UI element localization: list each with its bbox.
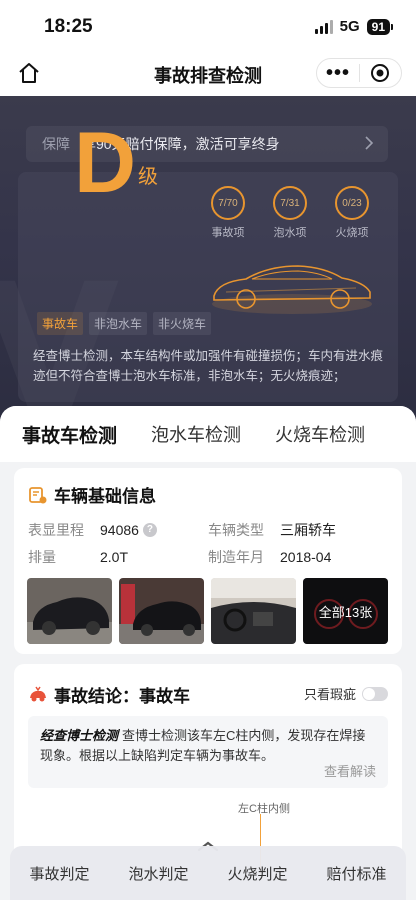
battery-icon: 91 bbox=[366, 18, 394, 35]
crash-car-icon bbox=[30, 686, 46, 701]
car-photo-side[interactable] bbox=[119, 578, 204, 644]
ring-value: 7/31 bbox=[273, 186, 307, 220]
mileage-value: 94086 bbox=[100, 521, 139, 538]
tag-non-fire: 非火烧车 bbox=[153, 312, 212, 335]
car-photo-front[interactable] bbox=[27, 578, 112, 644]
car-photo-dashboard[interactable]: 全部13张 bbox=[303, 578, 388, 644]
tab-fire[interactable]: 火烧车检测 bbox=[275, 421, 365, 447]
content-sheet: 事故车检测 泡水车检测 火烧车检测 车辆基础信息 表显里程 94086? 车辆类… bbox=[0, 406, 416, 900]
grade-letter: D bbox=[74, 115, 137, 211]
expert-brand: 经查博士检测 bbox=[40, 728, 119, 743]
grade-suffix: 级 bbox=[138, 166, 158, 188]
ring-label: 泡水项 bbox=[273, 227, 307, 239]
ring-fire: 0/23 火烧项 bbox=[334, 186, 370, 240]
nav-bar: 事故排查检测 ••• bbox=[0, 50, 416, 96]
more-icon[interactable]: ••• bbox=[317, 63, 359, 83]
flaw-only-switch[interactable] bbox=[362, 686, 388, 701]
info-row: 表显里程 94086? 车辆类型 三厢轿车 bbox=[28, 516, 388, 543]
basic-info-title: 车辆基础信息 bbox=[28, 482, 156, 507]
warranty-label: 保障 bbox=[42, 136, 70, 152]
result-title: 事故结论：事故车 bbox=[28, 682, 190, 707]
info-mileage: 表显里程 94086? bbox=[28, 520, 208, 540]
tag-accident: 事故车 bbox=[37, 312, 84, 335]
tag-non-flood: 非泡水车 bbox=[89, 312, 148, 335]
verdict-tags: 事故车 非泡水车 非火烧车 bbox=[37, 312, 212, 335]
bottom-tab-flood[interactable]: 泡水判定 bbox=[128, 863, 188, 884]
flaw-only-toggle[interactable]: 只看瑕疵 bbox=[304, 684, 388, 703]
mini-program-capsule: ••• bbox=[316, 58, 402, 88]
info-vehicle-type: 车辆类型 三厢轿车 bbox=[208, 520, 388, 540]
status-indicators: 5G 91 bbox=[314, 18, 394, 35]
info-key: 车辆类型 bbox=[208, 521, 264, 538]
close-icon[interactable] bbox=[360, 63, 401, 83]
expert-conclusion: 经查博士检测 查博士检测该车左C柱内侧，发现存在焊接现象。根据以上缺陷判定车辆为事… bbox=[28, 716, 388, 788]
info-value: 2018-04 bbox=[280, 548, 332, 565]
bottom-tab-compensation[interactable]: 赔付标准 bbox=[326, 863, 386, 884]
bottom-tab-fire[interactable]: 火烧判定 bbox=[227, 863, 287, 884]
help-icon[interactable]: ? bbox=[142, 522, 157, 537]
hero-description: 经查博士检测，本车结构件或加强件有碰撞损伤；车内有进水痕迹但不符合查博士泡水车标… bbox=[33, 349, 384, 383]
car-info-icon bbox=[29, 486, 47, 503]
info-key: 制造年月 bbox=[208, 548, 264, 565]
chevron-right-icon bbox=[365, 136, 374, 150]
ring-value: 7/70 bbox=[211, 186, 245, 220]
detection-tabs: 事故车检测 泡水车检测 火烧车检测 bbox=[0, 406, 416, 462]
ring-label: 火烧项 bbox=[335, 227, 369, 239]
tab-flood[interactable]: 泡水车检测 bbox=[151, 421, 241, 447]
photo-thumbnails: 全部13张 bbox=[27, 578, 388, 644]
signal-icon bbox=[314, 19, 333, 34]
bottom-tab-bar: 事故判定 泡水判定 火烧判定 赔付标准 bbox=[10, 846, 406, 900]
bottom-tab-accident[interactable]: 事故判定 bbox=[29, 863, 89, 884]
inspection-rings: 7/70 事故项 7/31 泡水项 0/23 火烧项 bbox=[210, 186, 370, 240]
ring-value: 0/23 bbox=[335, 186, 369, 220]
tab-accident[interactable]: 事故车检测 bbox=[22, 421, 117, 448]
info-value: 2.0T bbox=[100, 548, 129, 565]
ring-accident: 7/70 事故项 bbox=[210, 186, 246, 240]
car-photo-interior[interactable] bbox=[211, 578, 296, 644]
basic-info-title-text: 车辆基础信息 bbox=[54, 487, 156, 506]
ring-label: 事故项 bbox=[211, 227, 245, 239]
info-value: 94086? bbox=[100, 520, 157, 540]
diagram-callout: 左C柱内侧 bbox=[238, 803, 290, 815]
view-detail-link[interactable]: 查看解读 bbox=[324, 762, 376, 782]
flaw-only-label: 只看瑕疵 bbox=[303, 687, 356, 702]
info-key: 表显里程 bbox=[28, 521, 84, 538]
result-title-text: 事故结论：事故车 bbox=[54, 687, 190, 706]
info-row: 排量 2.0T 制造年月 2018-04 bbox=[28, 543, 388, 570]
basic-info-card: 车辆基础信息 表显里程 94086? 车辆类型 三厢轿车 排量 2.0T 制造年… bbox=[14, 468, 402, 654]
network-label: 5G bbox=[339, 18, 360, 35]
info-grid: 表显里程 94086? 车辆类型 三厢轿车 排量 2.0T 制造年月 2018-… bbox=[28, 516, 388, 570]
info-value: 三厢轿车 bbox=[280, 521, 336, 538]
info-key: 排量 bbox=[28, 548, 56, 565]
status-time: 18:25 bbox=[44, 16, 93, 37]
info-manufacture-date: 制造年月 2018-04 bbox=[208, 547, 388, 567]
all-photos-label[interactable]: 全部13张 bbox=[303, 578, 388, 644]
status-bar: 18:25 5G 91 bbox=[0, 0, 416, 50]
car-illustration bbox=[212, 265, 372, 314]
ring-flood: 7/31 泡水项 bbox=[272, 186, 308, 240]
info-displacement: 排量 2.0T bbox=[28, 547, 208, 567]
